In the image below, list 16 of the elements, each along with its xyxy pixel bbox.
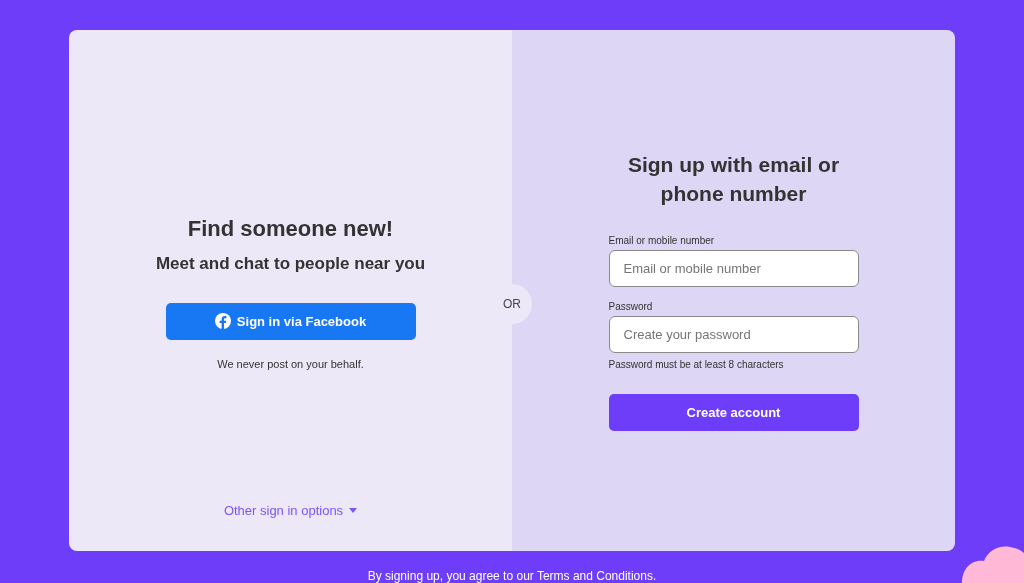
input-field[interactable]: Email or mobile number [608, 249, 859, 287]
facebook-icon [214, 313, 231, 330]
signup-heading: Sign up with email or phone number [626, 152, 841, 208]
field-label: Password [608, 299, 654, 314]
heading: Find someone new! [187, 216, 394, 243]
privacy-note: We never post on your behalf. [217, 356, 364, 372]
other-sign-in-options-link[interactable]: Other sign in options [217, 499, 364, 521]
subheading: Meet and chat to people near you [155, 254, 426, 275]
input-field[interactable]: Create your password [608, 315, 859, 353]
create-account-button[interactable]: Create account [608, 393, 859, 431]
terms-text: By signing up, you agree to our Terms and Conditions. [367, 569, 657, 583]
field-hint: Password must be at least 8 characters [608, 357, 785, 372]
facebook-sign-in-button[interactable]: Sign in via Facebook [165, 302, 416, 340]
field-label: Email or mobile number [608, 233, 716, 248]
cloud-drawing [962, 545, 1024, 583]
caret-icon [349, 507, 358, 513]
